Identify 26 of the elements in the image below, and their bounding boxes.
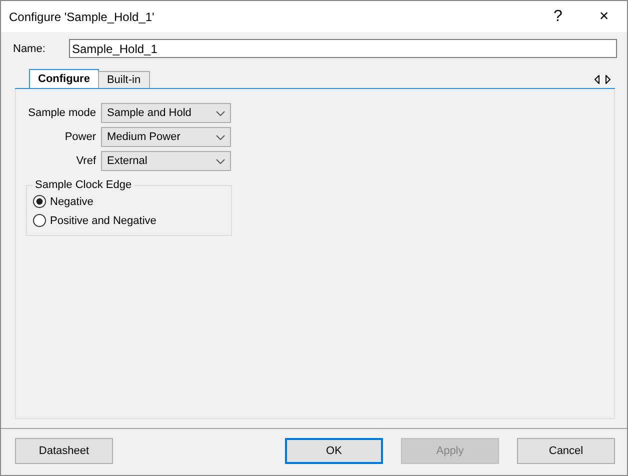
field-label: Vref bbox=[75, 155, 96, 167]
caret-icon bbox=[216, 158, 225, 164]
name-label: Name: bbox=[13, 42, 46, 54]
help-button[interactable]: ? bbox=[535, 1, 581, 32]
field-label: Sample mode bbox=[27, 107, 96, 119]
dropdown[interactable]: Medium Power bbox=[101, 127, 231, 147]
scroll-right-icon[interactable] bbox=[605, 75, 611, 84]
field-label: Power bbox=[64, 131, 96, 143]
tab[interactable]: Built-in bbox=[98, 71, 150, 88]
window-title: Configure 'Sample_Hold_1' bbox=[9, 10, 156, 24]
caret-icon bbox=[216, 134, 225, 140]
dialog-button[interactable]: Cancel bbox=[517, 438, 615, 464]
tab[interactable]: Configure bbox=[29, 69, 99, 88]
dialog-button[interactable]: Datasheet bbox=[15, 438, 113, 464]
radio-option[interactable]: Negative bbox=[33, 195, 94, 208]
radio-icon[interactable] bbox=[33, 195, 46, 208]
dropdown[interactable]: External bbox=[101, 151, 231, 171]
close-button[interactable]: × bbox=[581, 1, 627, 32]
radio-option[interactable]: Positive and Negative bbox=[33, 214, 156, 227]
group-title: Sample Clock Edge bbox=[34, 179, 133, 191]
scroll-left-icon[interactable] bbox=[594, 75, 600, 84]
dialog-button[interactable]: OK bbox=[285, 438, 383, 464]
name-field[interactable]: Sample_Hold_1 bbox=[69, 39, 617, 58]
dropdown[interactable]: Sample and Hold bbox=[101, 103, 231, 123]
caret-icon bbox=[216, 110, 225, 116]
radio-icon[interactable] bbox=[33, 214, 46, 227]
